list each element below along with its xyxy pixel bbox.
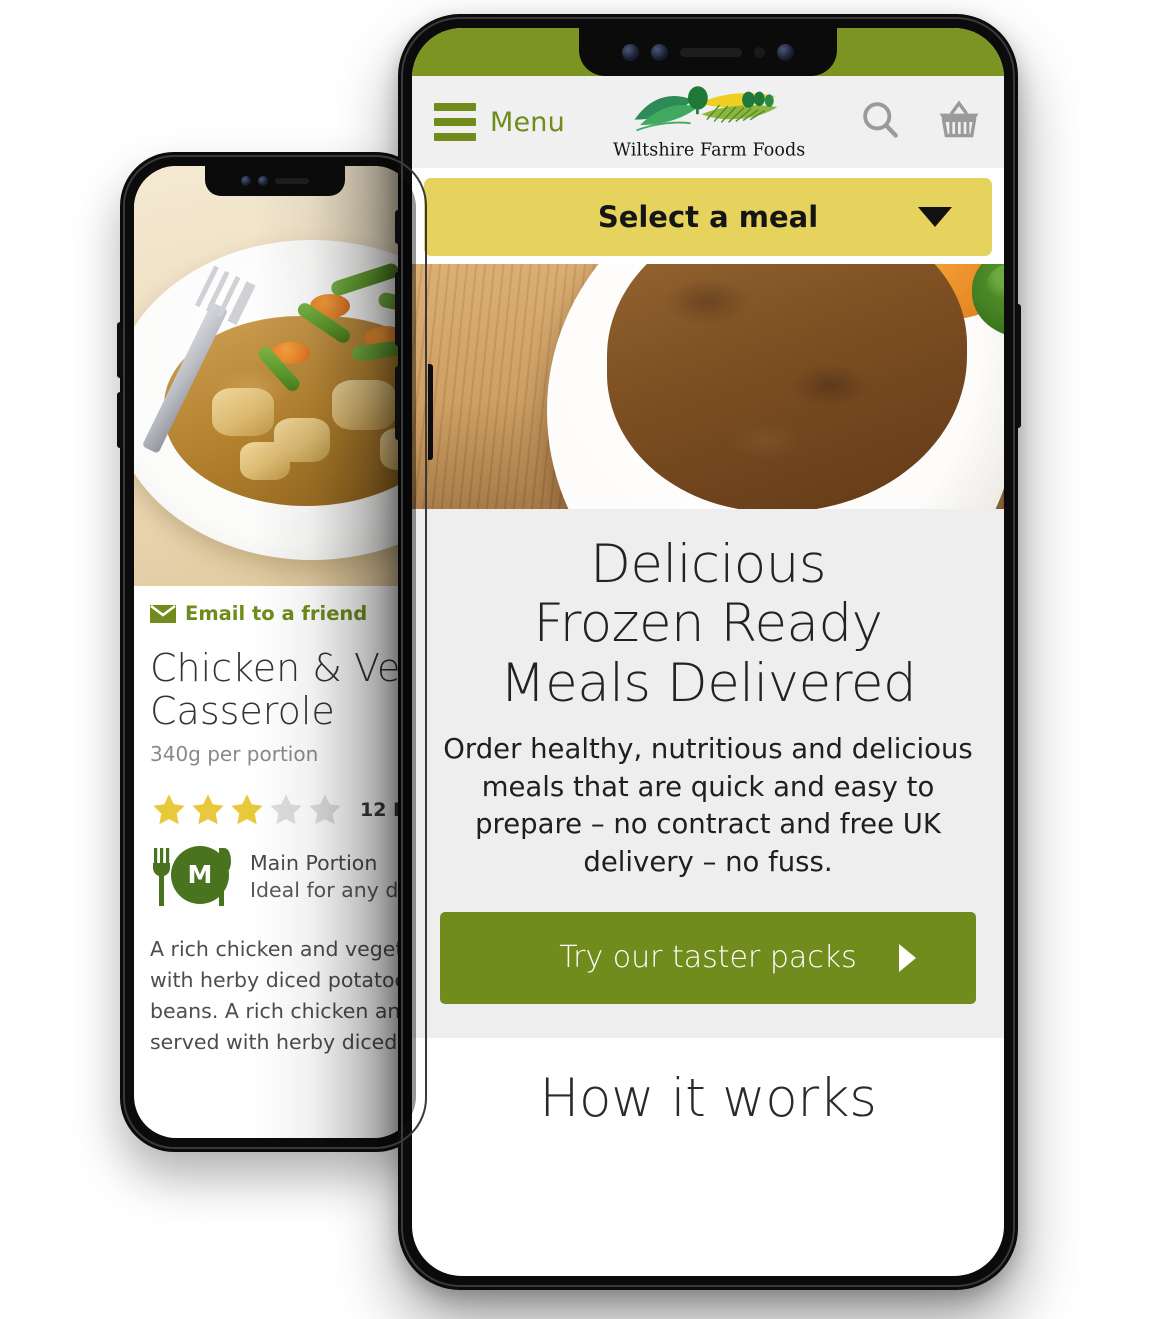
star-icon-filled — [192, 794, 224, 824]
front-camera-icon — [241, 176, 251, 186]
volume-up-button[interactable] — [117, 322, 122, 378]
face-sensor-icon — [258, 176, 268, 186]
product-title-line1: Chicken & Ve — [150, 646, 401, 690]
promo-heading-line1: Delicious — [590, 534, 826, 595]
chicken-chunk — [332, 380, 396, 430]
description-line: A rich chicken and vegetable — [150, 936, 416, 961]
farm-fields-logo-icon — [634, 86, 778, 132]
how-it-works-heading: How it works — [539, 1067, 877, 1129]
proximity-sensor-icon — [754, 46, 765, 58]
phone-mockup-scene: Email to a friend Chicken & Ve Casserole… — [0, 0, 1150, 1319]
meal-selector-wrap: Select a meal — [412, 168, 1004, 264]
menu-button[interactable]: Menu — [434, 103, 565, 141]
promo-heading-line3: Meals Delivered — [499, 652, 917, 714]
basket-icon — [939, 100, 979, 138]
volume-up-button[interactable] — [395, 272, 400, 346]
earpiece-speaker — [275, 178, 309, 184]
description-line: with herby diced potatoes, c — [150, 967, 416, 992]
email-to-friend-link[interactable]: Email to a friend — [150, 586, 400, 637]
header-icons — [858, 98, 982, 146]
chicken-chunk — [240, 442, 290, 480]
product-title: Chicken & Ve Casserole — [150, 646, 401, 734]
email-to-friend-label: Email to a friend — [185, 602, 368, 625]
product-title-line2: Casserole — [150, 689, 335, 734]
chicken-chunk — [212, 388, 274, 436]
front-phone-device: Menu Wiltshire Farm Foods Select a meal … — [395, 14, 1021, 1290]
volume-down-button[interactable] — [395, 366, 400, 440]
description-line: served with herby diced pota — [150, 1030, 416, 1055]
portion-sub: Ideal for any da — [250, 877, 411, 902]
product-description: A rich chicken and vegetable with herby … — [150, 934, 416, 1059]
back-phone-screen: Email to a friend Chicken & Ve Casserole… — [134, 166, 416, 1138]
portion-size-label: 340g per portion — [150, 741, 319, 766]
power-button[interactable] — [1016, 304, 1021, 428]
rating-row: 12 Reviews — [150, 792, 416, 828]
star-icon-empty — [270, 794, 302, 824]
front-phone-notch — [579, 28, 837, 76]
promo-heading-line2: Frozen Ready — [533, 593, 883, 655]
star-icon-empty — [309, 794, 341, 824]
front-phone-screen: Menu Wiltshire Farm Foods Select a meal … — [412, 28, 1004, 1276]
search-button[interactable] — [858, 98, 902, 146]
how-it-works-section: How it works — [412, 1037, 1004, 1129]
taster-packs-label: Try our taster packs — [559, 940, 857, 976]
main-portion-badge: M — [150, 845, 236, 908]
back-phone-notch — [205, 166, 345, 196]
promo-body-text: Order healthy, nutritious and delicious … — [443, 733, 973, 879]
hero-food-image — [412, 264, 1004, 509]
front-camera-icon — [622, 43, 639, 61]
product-photo — [134, 166, 416, 586]
site-header: Menu Wiltshire Farm Foods — [412, 76, 1004, 168]
arrow-right-icon — [899, 943, 916, 972]
earpiece-speaker — [680, 47, 742, 57]
back-phone-device: Email to a friend Chicken & Ve Casserole… — [117, 152, 433, 1152]
portion-badge-letter: M — [171, 845, 229, 904]
infrared-camera-icon — [777, 43, 794, 61]
star-rating[interactable] — [150, 792, 344, 828]
portion-type-row: M Main Portion Ideal for any da — [150, 845, 411, 908]
taster-packs-button[interactable]: Try our taster packs — [440, 911, 976, 1004]
star-icon-filled — [231, 794, 263, 824]
chevron-down-icon — [918, 207, 952, 227]
basket-button[interactable] — [936, 98, 982, 146]
portion-text: Main Portion Ideal for any da — [250, 850, 411, 904]
select-meal-label: Select a meal — [597, 200, 819, 234]
promo-section: Delicious Frozen Ready Meals Delivered O… — [412, 509, 1004, 1038]
back-phone-content: Email to a friend Chicken & Ve Casserole… — [134, 586, 416, 1059]
site-logo[interactable]: Wiltshire Farm Foods — [613, 84, 806, 161]
silent-switch[interactable] — [395, 210, 400, 244]
hamburger-icon — [434, 103, 476, 141]
volume-down-button[interactable] — [117, 392, 122, 448]
search-icon — [863, 102, 898, 138]
select-meal-dropdown[interactable]: Select a meal — [424, 178, 992, 256]
menu-label: Menu — [490, 106, 565, 138]
brand-name: Wiltshire Farm Foods — [613, 140, 806, 161]
star-icon-filled — [153, 794, 185, 824]
portion-name: Main Portion — [250, 850, 378, 875]
envelope-icon — [150, 604, 176, 623]
face-sensor-icon — [651, 43, 668, 61]
description-line: beans. A rich chicken and ve — [150, 998, 416, 1023]
promo-heading: Delicious Frozen Ready Meals Delivered — [440, 535, 976, 713]
power-button[interactable] — [428, 364, 433, 460]
